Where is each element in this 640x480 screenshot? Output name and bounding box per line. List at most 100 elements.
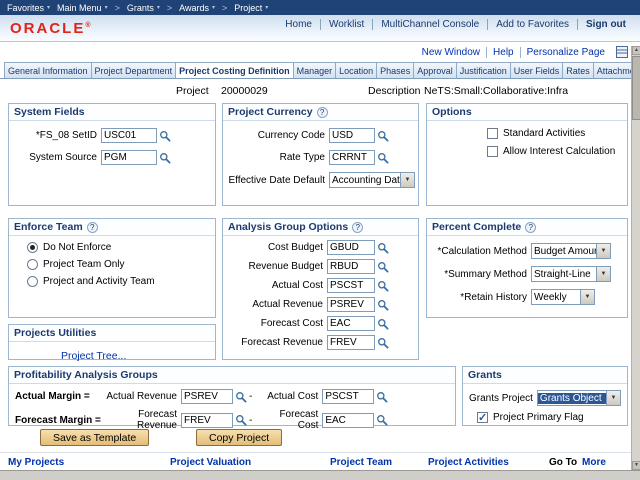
- lookup-icon[interactable]: [159, 152, 171, 164]
- lookup-icon[interactable]: [377, 337, 389, 349]
- forecast-cost-input[interactable]: [327, 316, 375, 331]
- project-tree-link[interactable]: Project Tree...: [61, 350, 126, 362]
- forecast-revenue-input[interactable]: [181, 413, 233, 428]
- help-icon[interactable]: ?: [87, 222, 98, 233]
- actual-cost-input[interactable]: [327, 278, 375, 293]
- radio-icon[interactable]: [27, 276, 38, 287]
- lookup-icon[interactable]: [235, 414, 247, 426]
- field-row: Forecast Cost: [223, 316, 418, 331]
- lookup-icon[interactable]: [377, 299, 389, 311]
- radio-do-not-enforce[interactable]: Do Not Enforce: [27, 242, 215, 253]
- horizontal-scrollbar[interactable]: [0, 470, 640, 480]
- tab-location[interactable]: Location: [335, 62, 377, 79]
- grants-group: Grants Grants Project Grants Object ▼ Pr…: [462, 366, 628, 426]
- multichannel-console-link[interactable]: MultiChannel Console: [372, 19, 487, 30]
- peoplesoft-window: Favorites▾ Main Menu▾ > Grants▾ > Awards…: [0, 0, 640, 480]
- project-activities-link[interactable]: Project Activities: [428, 457, 509, 468]
- actual-cost-input[interactable]: [322, 389, 374, 404]
- lookup-icon[interactable]: [377, 242, 389, 254]
- forecast-revenue-input[interactable]: [327, 335, 375, 350]
- tab-phases[interactable]: Phases: [376, 62, 414, 79]
- retain-history-select[interactable]: Weekly ▼: [531, 289, 595, 305]
- breadcrumb-project[interactable]: Project▾: [234, 3, 268, 13]
- lookup-icon[interactable]: [377, 152, 389, 164]
- rate-type-input[interactable]: [329, 150, 375, 165]
- vertical-scrollbar[interactable]: ▲ ▼: [631, 46, 640, 470]
- actual-revenue-input[interactable]: [181, 389, 233, 404]
- breadcrumb-label: Main Menu: [57, 3, 102, 13]
- tab-justification[interactable]: Justification: [456, 62, 511, 79]
- vertical-scroll-thumb[interactable]: [632, 56, 640, 120]
- field-row: Revenue Budget: [223, 259, 418, 274]
- group-title: Projects Utilities: [14, 327, 96, 339]
- calculation-method-select[interactable]: Budget Amount ▼: [531, 243, 611, 259]
- cost-budget-input[interactable]: [327, 240, 375, 255]
- effective-date-default-select[interactable]: Accounting Date ▼: [329, 172, 415, 188]
- revenue-budget-input[interactable]: [327, 259, 375, 274]
- lookup-icon[interactable]: [235, 391, 247, 403]
- radio-icon[interactable]: [27, 259, 38, 270]
- breadcrumb-label: Awards: [179, 3, 209, 13]
- minus-operator: -: [249, 415, 252, 426]
- tab-project-costing-definition[interactable]: Project Costing Definition: [175, 62, 294, 79]
- checkbox-icon[interactable]: [487, 128, 498, 139]
- lookup-icon[interactable]: [377, 318, 389, 330]
- allow-interest-calculation-checkbox-row[interactable]: Allow Interest Calculation: [487, 146, 627, 157]
- breadcrumb-favorites[interactable]: Favorites▾: [7, 3, 50, 13]
- breadcrumb-label: Favorites: [7, 3, 44, 13]
- calculation-method-label: *Calculation Method: [427, 246, 531, 257]
- radio-icon[interactable]: [27, 242, 38, 253]
- scroll-down-icon[interactable]: ▼: [632, 461, 640, 470]
- tab-project-department[interactable]: Project Department: [91, 62, 177, 79]
- lookup-icon[interactable]: [377, 130, 389, 142]
- my-projects-link[interactable]: My Projects: [8, 457, 64, 468]
- forecast-cost-input[interactable]: [322, 413, 374, 428]
- breadcrumb-awards[interactable]: Awards▾: [179, 3, 215, 13]
- lookup-icon[interactable]: [377, 280, 389, 292]
- standard-activities-checkbox-row[interactable]: Standard Activities: [487, 128, 627, 139]
- lookup-icon[interactable]: [376, 414, 388, 426]
- currency-code-input[interactable]: [329, 128, 375, 143]
- setid-input[interactable]: [101, 128, 157, 143]
- tab-general-information[interactable]: General Information: [4, 62, 92, 79]
- grants-project-select[interactable]: Grants Object ▼: [537, 390, 621, 406]
- add-to-favorites-link[interactable]: Add to Favorites: [487, 19, 577, 30]
- tab-user-fields[interactable]: User Fields: [510, 62, 564, 79]
- checkbox-icon[interactable]: [477, 412, 488, 423]
- sign-out-link[interactable]: Sign out: [577, 19, 634, 30]
- scroll-up-icon[interactable]: ▲: [632, 46, 640, 55]
- worklist-link[interactable]: Worklist: [320, 19, 372, 30]
- tab-manager[interactable]: Manager: [293, 62, 337, 79]
- page-options-icon[interactable]: [616, 46, 628, 58]
- project-primary-flag-row[interactable]: Project Primary Flag: [471, 412, 627, 423]
- breadcrumb-grants[interactable]: Grants▾: [127, 3, 160, 13]
- breadcrumb-main-menu[interactable]: Main Menu▾: [57, 3, 108, 13]
- save-as-template-button[interactable]: Save as Template: [40, 429, 149, 446]
- system-source-input[interactable]: [101, 150, 157, 165]
- summary-method-select[interactable]: Straight-Line ▼: [531, 266, 611, 282]
- project-number: 20000029: [221, 85, 268, 97]
- home-link[interactable]: Home: [277, 19, 320, 30]
- radio-project-and-activity-team[interactable]: Project and Activity Team: [27, 276, 215, 287]
- lookup-icon[interactable]: [159, 130, 171, 142]
- radio-project-team-only[interactable]: Project Team Only: [27, 259, 215, 270]
- checkbox-icon[interactable]: [487, 146, 498, 157]
- project-team-link[interactable]: Project Team: [330, 457, 392, 468]
- help-link[interactable]: Help: [486, 47, 520, 58]
- lookup-icon[interactable]: [376, 391, 388, 403]
- dropdown-arrow-icon: ▼: [596, 267, 610, 281]
- help-icon[interactable]: ?: [352, 222, 363, 233]
- copy-project-button[interactable]: Copy Project: [196, 429, 282, 446]
- actual-revenue-input[interactable]: [327, 297, 375, 312]
- header-band: ORACLE® Home Worklist MultiChannel Conso…: [0, 15, 640, 42]
- tab-rates[interactable]: Rates: [562, 62, 594, 79]
- tab-attachments[interactable]: Attachments: [593, 62, 632, 79]
- help-icon[interactable]: ?: [317, 107, 328, 118]
- tab-approval[interactable]: Approval: [413, 62, 457, 79]
- goto-more-link[interactable]: More: [582, 457, 606, 468]
- help-icon[interactable]: ?: [525, 222, 536, 233]
- personalize-page-link[interactable]: Personalize Page: [520, 47, 611, 58]
- project-valuation-link[interactable]: Project Valuation: [170, 457, 251, 468]
- new-window-link[interactable]: New Window: [416, 47, 486, 58]
- lookup-icon[interactable]: [377, 261, 389, 273]
